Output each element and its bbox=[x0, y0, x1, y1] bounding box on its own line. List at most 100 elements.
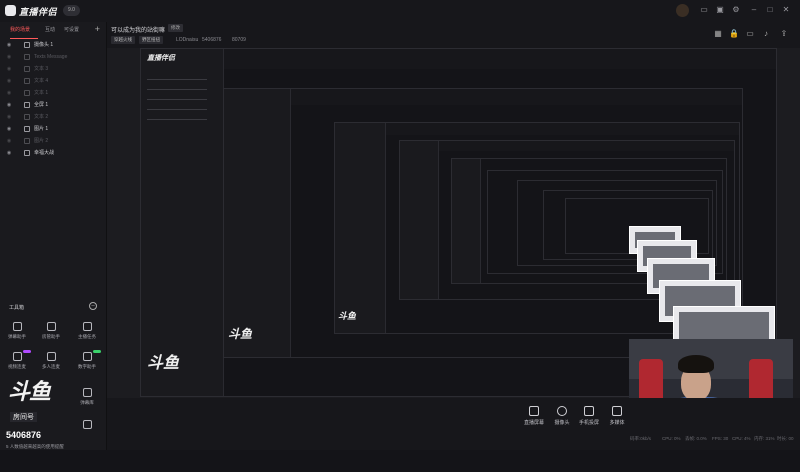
category-chip[interactable]: 穿越火线 bbox=[111, 36, 135, 44]
user-avatar[interactable] bbox=[676, 4, 689, 17]
nested-header bbox=[400, 141, 734, 151]
bottom-toolbar: 直播屏幕 摄像头 手机投屏 多媒体 码率:0kb/s CPU: 0% 丢帧: 0… bbox=[107, 398, 800, 450]
visibility-eye-icon[interactable]: ◉ bbox=[5, 39, 13, 51]
webcam-person-hair bbox=[678, 355, 714, 373]
nested-sidebar bbox=[335, 123, 386, 333]
status-bitrate: 码率:0kb/s bbox=[630, 436, 652, 441]
promo-caption: 5 人数值越来越高的使用提醒 bbox=[6, 444, 64, 449]
status-memory: 内存: 31% bbox=[754, 436, 775, 441]
new-badge bbox=[93, 350, 101, 353]
digital-icon bbox=[82, 352, 92, 361]
text-icon bbox=[24, 54, 30, 60]
lock-icon[interactable]: 🔒 bbox=[729, 29, 739, 39]
visibility-eye-icon[interactable]: ◉ bbox=[5, 63, 13, 75]
source-item-game[interactable]: ◉ 幸福大战 bbox=[0, 147, 106, 159]
tab-settings[interactable]: 可设置 bbox=[64, 26, 79, 33]
multi-link-icon bbox=[46, 352, 56, 361]
minimize-icon[interactable]: – bbox=[748, 4, 760, 16]
douyu-logo: 斗鱼 bbox=[8, 379, 51, 404]
camera-icon bbox=[24, 42, 30, 48]
room-label: 房间号 bbox=[10, 412, 37, 422]
source-item-texts-message[interactable]: ◉ Texts Message bbox=[0, 51, 106, 63]
room-title: 可以成为我的站街嘛 bbox=[111, 28, 166, 34]
nested-douyu-logo: 斗鱼 bbox=[228, 327, 253, 341]
toolbox-title: 工具箱 bbox=[9, 305, 25, 311]
fullscreen-icon bbox=[24, 102, 30, 108]
username: LODnaisu bbox=[176, 37, 199, 43]
video-link-icon bbox=[12, 352, 22, 361]
visibility-eye-icon[interactable]: ◉ bbox=[5, 111, 13, 123]
nested-sidebar bbox=[452, 159, 481, 283]
tab-my-scenes[interactable]: 我的场景 bbox=[10, 26, 30, 33]
status-cpu-2: CPU: 4% bbox=[732, 436, 751, 441]
bell-icon[interactable]: ♪ bbox=[761, 29, 771, 39]
add-source-button[interactable]: + bbox=[95, 24, 100, 34]
nested-line bbox=[147, 119, 207, 120]
tab-interaction[interactable]: 互动 bbox=[45, 26, 55, 33]
source-item-camera-1[interactable]: ◉ 摄像头 1 bbox=[0, 39, 106, 51]
nested-sidebar bbox=[224, 89, 291, 357]
visibility-eye-icon[interactable]: ◉ bbox=[5, 99, 13, 111]
nested-line bbox=[147, 79, 207, 80]
media-icon bbox=[612, 406, 622, 416]
nested-header bbox=[224, 89, 742, 105]
feedback-icon[interactable]: ▣ bbox=[714, 4, 726, 16]
tool-streamer-task[interactable]: 主播任务 bbox=[72, 322, 102, 346]
tool-danmaku-helper[interactable]: 弹幕助手 bbox=[2, 322, 32, 346]
scene-icon[interactable]: ▦ bbox=[713, 29, 723, 39]
version-badge[interactable]: 9.0 bbox=[63, 5, 80, 16]
status-fps: FPS: 30 bbox=[712, 436, 729, 441]
danmaku-icon bbox=[12, 322, 22, 331]
source-item-text-4[interactable]: ◉ 文本 4 bbox=[0, 75, 106, 87]
source-item-fullscreen-1[interactable]: ◉ 全屏 1 bbox=[0, 99, 106, 111]
maximize-icon[interactable]: □ bbox=[764, 4, 776, 16]
game-icon bbox=[24, 150, 30, 156]
nested-line bbox=[147, 109, 207, 110]
multimedia-button[interactable]: 多媒体 bbox=[597, 406, 637, 426]
nested-header bbox=[141, 49, 776, 69]
source-item-image-1[interactable]: ◉ 图片 1 bbox=[0, 123, 106, 135]
subcategory-chip[interactable]: 野区扭扭 bbox=[139, 36, 163, 44]
edit-title-button[interactable]: 修改 bbox=[168, 24, 183, 32]
image-icon bbox=[24, 126, 30, 132]
source-item-text-2[interactable]: ◉ 文本 2 bbox=[0, 111, 106, 123]
task-icon bbox=[82, 322, 92, 331]
nested-douyu-logo: 斗鱼 bbox=[338, 311, 357, 321]
text-icon bbox=[24, 66, 30, 72]
toolbox-collapse-icon[interactable]: – bbox=[89, 302, 97, 310]
source-item-image-2[interactable]: ◉ 图片 2 bbox=[0, 135, 106, 147]
nested-line bbox=[147, 99, 207, 100]
app-logo-icon bbox=[5, 5, 16, 16]
visibility-eye-icon[interactable]: ◉ bbox=[5, 123, 13, 135]
screen-icon[interactable]: ▭ bbox=[745, 29, 755, 39]
tool-room-admin[interactable]: 房管助手 bbox=[36, 322, 66, 346]
share-icon[interactable]: ⇪ bbox=[779, 29, 789, 39]
nested-line bbox=[147, 89, 207, 90]
visibility-eye-icon[interactable]: ◉ bbox=[5, 147, 13, 159]
scene-sidebar: 我的场景 互动 可设置 + ◉ 摄像头 1 ◉ Texts Message ◉ … bbox=[0, 22, 107, 450]
source-item-text-3[interactable]: ◉ 文本 3 bbox=[0, 63, 106, 75]
room-id: 5406876 bbox=[6, 430, 42, 440]
text-icon bbox=[24, 114, 30, 120]
room-id: 5406876 bbox=[202, 37, 222, 43]
visibility-eye-icon[interactable]: ◉ bbox=[5, 75, 13, 87]
close-icon[interactable]: ✕ bbox=[780, 4, 792, 16]
new-badge bbox=[23, 350, 31, 353]
douyu-room-overlay: 斗鱼 房间号 5406876 5 人数值越来越高的使用提醒 bbox=[2, 368, 104, 472]
nested-douyu-logo: 斗鱼 bbox=[147, 355, 180, 372]
visibility-eye-icon[interactable]: ◉ bbox=[5, 87, 13, 99]
visibility-eye-icon[interactable]: ◉ bbox=[5, 51, 13, 63]
app-name: 直播伴侣 bbox=[19, 7, 58, 17]
settings-icon[interactable]: ⚙ bbox=[730, 4, 742, 16]
visibility-eye-icon[interactable]: ◉ bbox=[5, 135, 13, 147]
nested-sidebar bbox=[141, 49, 224, 396]
text-icon bbox=[24, 78, 30, 84]
nested-logo: 直播伴侣 bbox=[147, 55, 175, 62]
admin-icon bbox=[46, 322, 56, 331]
image-icon bbox=[24, 138, 30, 144]
heat-count: 80709 bbox=[232, 37, 246, 43]
nested-header bbox=[335, 123, 739, 135]
message-icon[interactable]: ▭ bbox=[698, 4, 710, 16]
source-item-text-1[interactable]: ◉ 文本 1 bbox=[0, 87, 106, 99]
status-duration: 时长: 00 bbox=[777, 436, 794, 441]
